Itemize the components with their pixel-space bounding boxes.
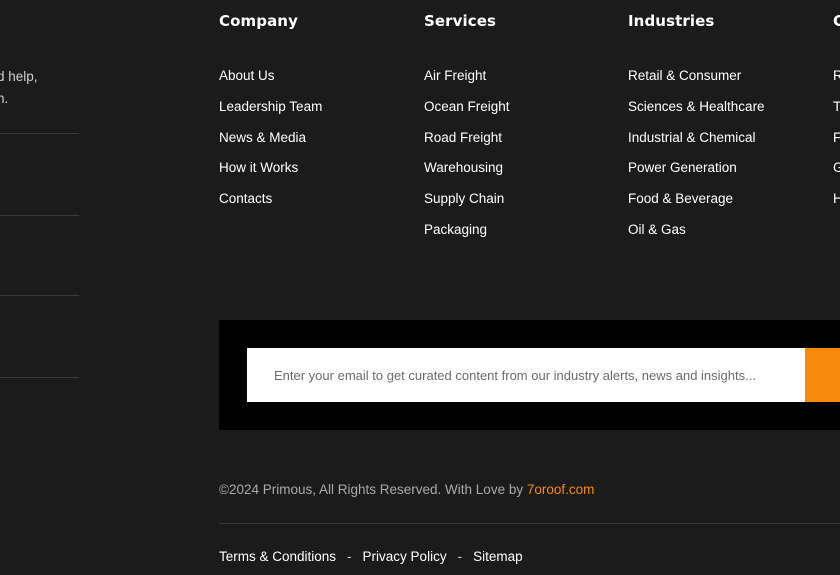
- link-news-media[interactable]: News & Media: [219, 130, 306, 145]
- column-heading-company: Company: [219, 12, 298, 30]
- partial-link[interactable]: T: [833, 99, 840, 114]
- link-road-freight[interactable]: Road Freight: [424, 130, 502, 145]
- link-food-beverage[interactable]: Food & Beverage: [628, 191, 733, 206]
- legal-separator: -: [347, 549, 352, 564]
- link-oil-gas[interactable]: Oil & Gas: [628, 222, 686, 237]
- link-sitemap[interactable]: Sitemap: [473, 549, 523, 564]
- link-packaging[interactable]: Packaging: [424, 222, 487, 237]
- left-divider: [0, 215, 79, 216]
- partial-column-links: R T F G H: [833, 67, 840, 221]
- link-privacy-policy[interactable]: Privacy Policy: [363, 549, 447, 564]
- footer-divider: [219, 523, 840, 524]
- partial-link[interactable]: R: [833, 68, 840, 83]
- link-leadership-team[interactable]: Leadership Team: [219, 99, 322, 114]
- footer-column-partial: C R T F G H: [833, 10, 840, 221]
- footer-column-industries: Industries Retail & Consumer Sciences & …: [628, 10, 765, 252]
- company-links: About Us Leadership Team News & Media Ho…: [219, 67, 322, 221]
- partial-link[interactable]: H: [833, 191, 840, 206]
- left-divider: [0, 377, 79, 378]
- link-retail-consumer[interactable]: Retail & Consumer: [628, 68, 741, 83]
- newsletter-panel: [219, 320, 840, 430]
- legal-links: Terms & Conditions - Privacy Policy - Sitema…: [219, 549, 523, 565]
- link-supply-chain[interactable]: Supply Chain: [424, 191, 504, 206]
- partial-link[interactable]: G: [833, 160, 840, 175]
- link-air-freight[interactable]: Air Freight: [424, 68, 486, 83]
- partial-link[interactable]: F: [833, 130, 840, 145]
- left-panel-line: n.: [0, 91, 9, 106]
- author-link[interactable]: 7oroof.com: [527, 482, 595, 497]
- left-panel-line: d help,: [0, 69, 38, 84]
- column-heading-services: Services: [424, 12, 497, 30]
- link-ocean-freight[interactable]: Ocean Freight: [424, 99, 510, 114]
- newsletter-email-input[interactable]: [247, 348, 805, 402]
- copyright-text: ©2024 Primous, All Rights Reserved. With…: [219, 482, 527, 497]
- services-links: Air Freight Ocean Freight Road Freight W…: [424, 67, 510, 252]
- legal-separator: -: [457, 549, 463, 564]
- newsletter-submit-button[interactable]: [805, 348, 840, 402]
- link-contacts[interactable]: Contacts: [219, 191, 272, 206]
- link-terms-conditions[interactable]: Terms & Conditions: [219, 549, 336, 564]
- link-sciences-healthcare[interactable]: Sciences & Healthcare: [628, 99, 765, 114]
- link-how-it-works[interactable]: How it Works: [219, 160, 298, 175]
- column-heading-industries: Industries: [628, 12, 715, 30]
- link-about-us[interactable]: About Us: [219, 68, 275, 83]
- footer-column-services: Services Air Freight Ocean Freight Road …: [424, 10, 510, 252]
- left-panel-text: d help, n.: [0, 66, 40, 110]
- column-heading-partial: C: [833, 12, 840, 30]
- industries-links: Retail & Consumer Sciences & Healthcare …: [628, 67, 765, 252]
- link-power-generation[interactable]: Power Generation: [628, 160, 737, 175]
- link-warehousing[interactable]: Warehousing: [424, 160, 503, 175]
- footer-column-company: Company About Us Leadership Team News & …: [219, 10, 322, 221]
- left-divider: [0, 295, 79, 296]
- left-divider: [0, 133, 79, 134]
- copyright-notice: ©2024 Primous, All Rights Reserved. With…: [219, 481, 594, 499]
- link-industrial-chemical[interactable]: Industrial & Chemical: [628, 130, 756, 145]
